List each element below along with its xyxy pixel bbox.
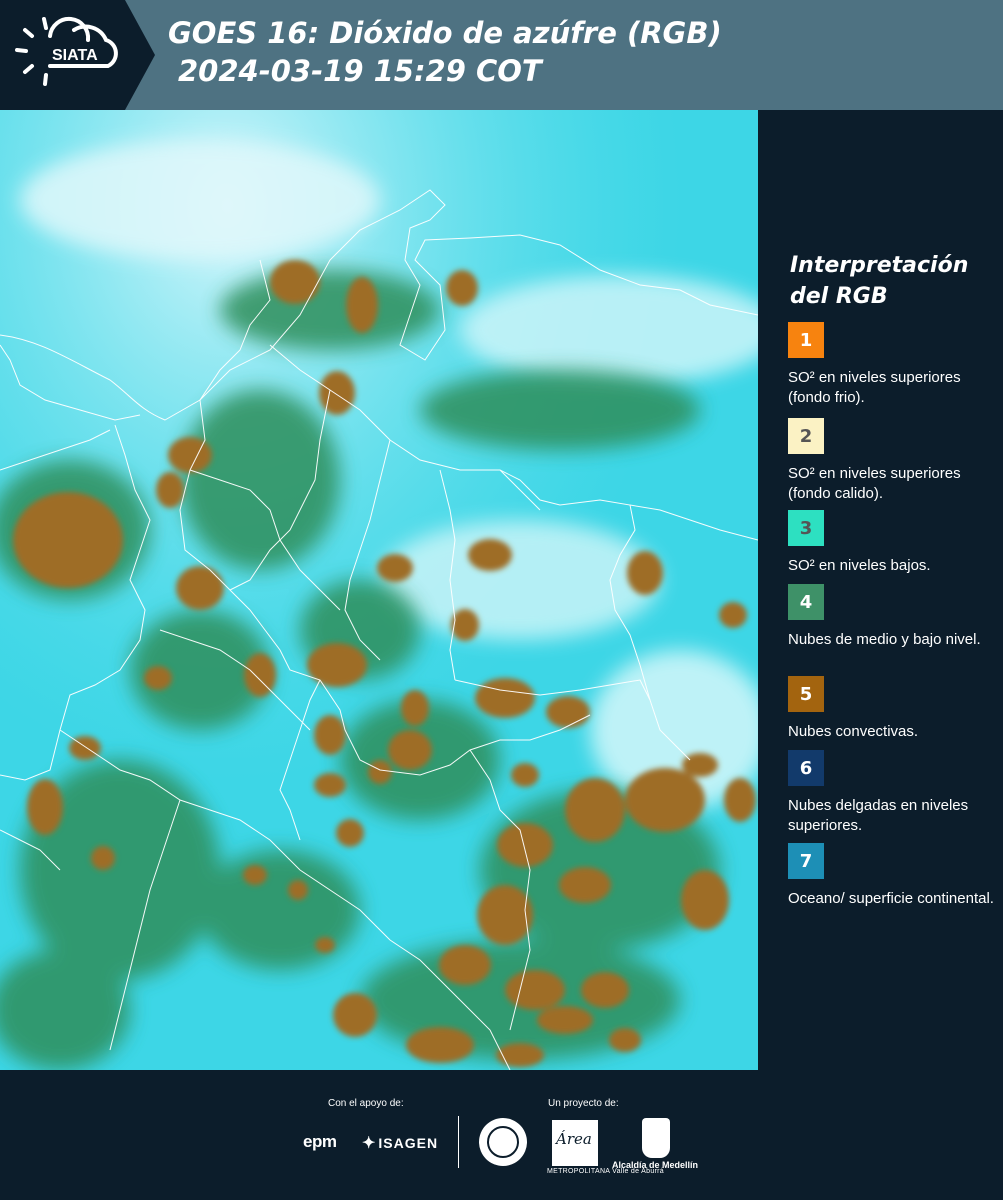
- isagen-label: ISAGEN: [378, 1135, 439, 1151]
- legend-label-5: Nubes convectivas.: [788, 723, 919, 740]
- satellite-map[interactable]: [0, 110, 758, 1070]
- legend-title-line-2: del RGB: [790, 284, 888, 309]
- legend-item-5: 5 Nubes convectivas.: [788, 676, 998, 742]
- legend-title: Interpretación del RGB: [790, 250, 968, 312]
- legend-swatch-5: 5: [788, 676, 824, 712]
- legend-label-2: SO² en niveles superiores (fondo calido)…: [788, 465, 961, 502]
- title-line-2: 2024-03-19 15:29 COT: [178, 54, 542, 88]
- medellin-seal-icon[interactable]: [479, 1118, 527, 1166]
- legend-label-7: Oceano/ superficie continental.: [788, 890, 994, 907]
- alcaldia-label: Alcaldía de Medellín: [612, 1160, 699, 1170]
- legend-item-4: 4 Nubes de medio y bajo nivel.: [788, 584, 998, 650]
- legend-swatch-2: 2: [788, 418, 824, 454]
- header-bar: SIATA GOES 16: Dióxido de azúfre (RGB) 2…: [0, 0, 1003, 110]
- legend-swatch-6: 6: [788, 750, 824, 786]
- legend-item-3: 3 SO² en niveles bajos.: [788, 510, 998, 576]
- footer: Con el apoyo de: Un proyecto de: epm ✦ IS…: [0, 1070, 1003, 1200]
- legend-swatch-1: 1: [788, 322, 824, 358]
- legend-item-2: 2 SO² en niveles superiores (fondo calid…: [788, 418, 998, 504]
- legend-swatch-7: 7: [788, 843, 824, 879]
- logo-text: SIATA: [52, 47, 98, 64]
- legend-label-4: Nubes de medio y bajo nivel.: [788, 631, 981, 648]
- isagen-logo[interactable]: ✦ ISAGEN: [362, 1133, 438, 1153]
- legend-item-7: 7 Oceano/ superficie continental.: [788, 843, 998, 909]
- legend-panel: Interpretación del RGB 1 SO² en niveles …: [758, 110, 1003, 1070]
- legend-label-3: SO² en niveles bajos.: [788, 557, 931, 574]
- area-metropolitana-logo[interactable]: Área: [552, 1120, 598, 1166]
- legend-label-1: SO² en niveles superiores (fondo frio).: [788, 369, 961, 406]
- isagen-star-icon: ✦: [362, 1135, 377, 1152]
- legend-item-6: 6 Nubes delgadas en niveles superiores.: [788, 750, 998, 836]
- epm-logo[interactable]: epm: [303, 1132, 337, 1152]
- siata-logo-icon: SIATA: [0, 0, 155, 110]
- page-title: GOES 16: Dióxido de azúfre (RGB) 2024-03…: [168, 14, 722, 90]
- legend-item-1: 1 SO² en niveles superiores (fondo frio)…: [788, 322, 998, 408]
- support-label: Con el apoyo de:: [328, 1098, 404, 1109]
- legend-title-line-1: Interpretación: [790, 253, 969, 278]
- legend-swatch-4: 4: [788, 584, 824, 620]
- legend-label-6: Nubes delgadas en niveles superiores.: [788, 797, 969, 834]
- project-label: Un proyecto de:: [548, 1098, 619, 1109]
- title-line-1: GOES 16: Dióxido de azúfre (RGB): [168, 16, 722, 50]
- footer-divider: [458, 1116, 459, 1168]
- legend-swatch-3: 3: [788, 510, 824, 546]
- siata-logo[interactable]: SIATA: [0, 0, 155, 110]
- satellite-image: [0, 110, 758, 1070]
- alcaldia-shield-icon[interactable]: [642, 1118, 670, 1158]
- area-logo-text: Área: [556, 1130, 592, 1148]
